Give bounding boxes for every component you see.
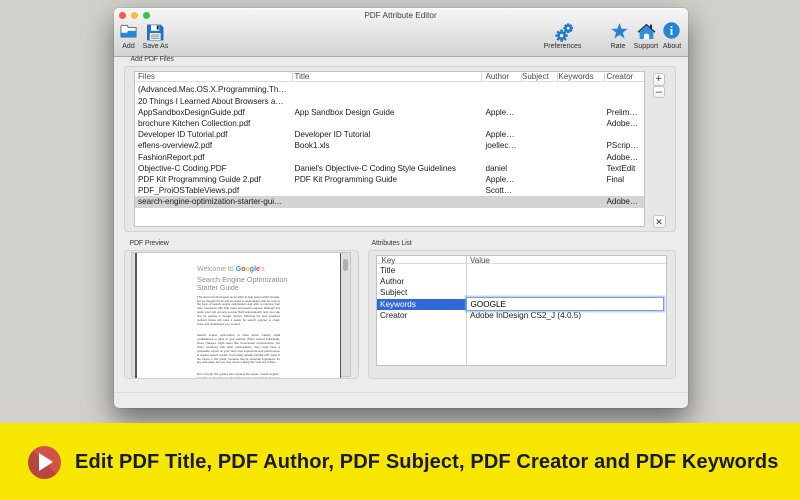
svg-text:i: i [670,24,674,38]
